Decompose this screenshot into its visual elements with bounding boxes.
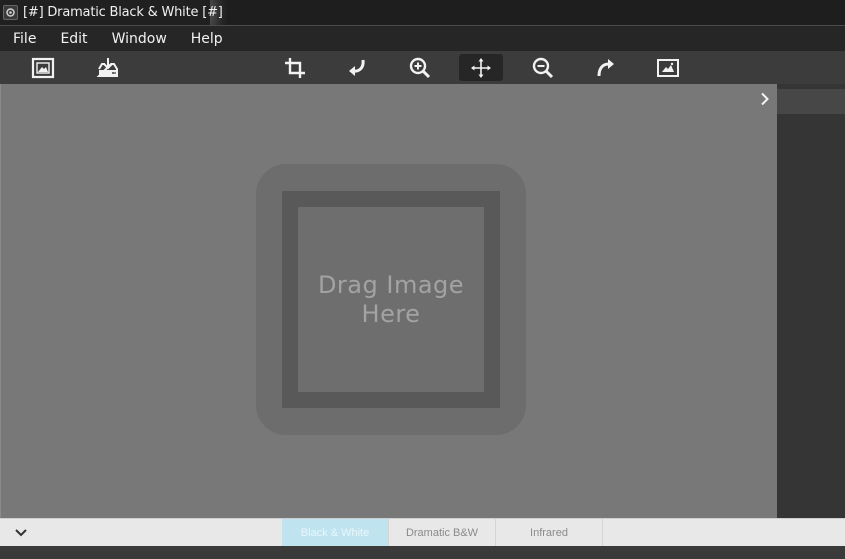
menu-bar: File Edit Window Help	[0, 25, 845, 51]
crop-button[interactable]	[273, 54, 317, 81]
preset-tab-infrared[interactable]: Infrared	[496, 519, 602, 547]
move-arrows-icon	[471, 57, 491, 78]
expand-panel-button[interactable]	[756, 90, 774, 108]
undo-button[interactable]	[335, 54, 379, 81]
title-bar: [#] Dramatic Black & White [#]	[0, 0, 845, 25]
crop-icon	[285, 57, 305, 78]
menu-file[interactable]: File	[13, 31, 36, 47]
collapse-presets-button[interactable]	[12, 525, 30, 541]
zoom-in-icon	[409, 57, 431, 78]
redo-arrow-icon	[597, 58, 614, 76]
zoom-out-button[interactable]	[521, 54, 565, 81]
download-tray-icon	[96, 57, 118, 77]
window-title: [#] Dramatic Black & White [#]	[23, 5, 223, 20]
menu-help[interactable]: Help	[191, 31, 223, 47]
pan-button[interactable]	[459, 54, 503, 81]
image-frame-icon	[31, 57, 55, 78]
menu-edit[interactable]: Edit	[60, 31, 87, 47]
preset-tab-black-white[interactable]: Black & White	[282, 519, 388, 547]
preset-tab-dramatic-bw[interactable]: Dramatic B&W	[389, 519, 495, 547]
zoom-in-button[interactable]	[398, 54, 442, 81]
image-fit-icon	[657, 58, 679, 77]
image-canvas[interactable]: Drag Image Here	[0, 84, 777, 518]
status-strip	[0, 546, 845, 559]
chevron-right-icon	[761, 92, 769, 106]
tab-divider	[602, 519, 603, 547]
redo-button[interactable]	[584, 54, 628, 81]
fit-image-button[interactable]	[646, 54, 690, 81]
open-image-button[interactable]	[21, 54, 65, 81]
undo-arrow-icon	[349, 59, 365, 76]
drop-zone-inner: Drag Image Here	[298, 207, 484, 392]
chevron-down-icon	[15, 529, 27, 537]
drop-hint-line-2: Here	[361, 299, 421, 328]
zoom-out-icon	[532, 57, 554, 78]
menu-window[interactable]: Window	[112, 31, 167, 47]
side-panel	[777, 84, 845, 518]
drop-zone[interactable]: Drag Image Here	[256, 164, 526, 435]
toolbar	[0, 51, 845, 84]
drop-zone-frame: Drag Image Here	[282, 191, 500, 408]
app-icon[interactable]	[3, 5, 18, 20]
side-panel-header	[777, 89, 845, 114]
save-image-button[interactable]	[86, 54, 130, 81]
preset-bar: Black & White Dramatic B&W Infrared	[0, 518, 845, 547]
drop-hint-line-1: Drag Image	[317, 270, 465, 299]
